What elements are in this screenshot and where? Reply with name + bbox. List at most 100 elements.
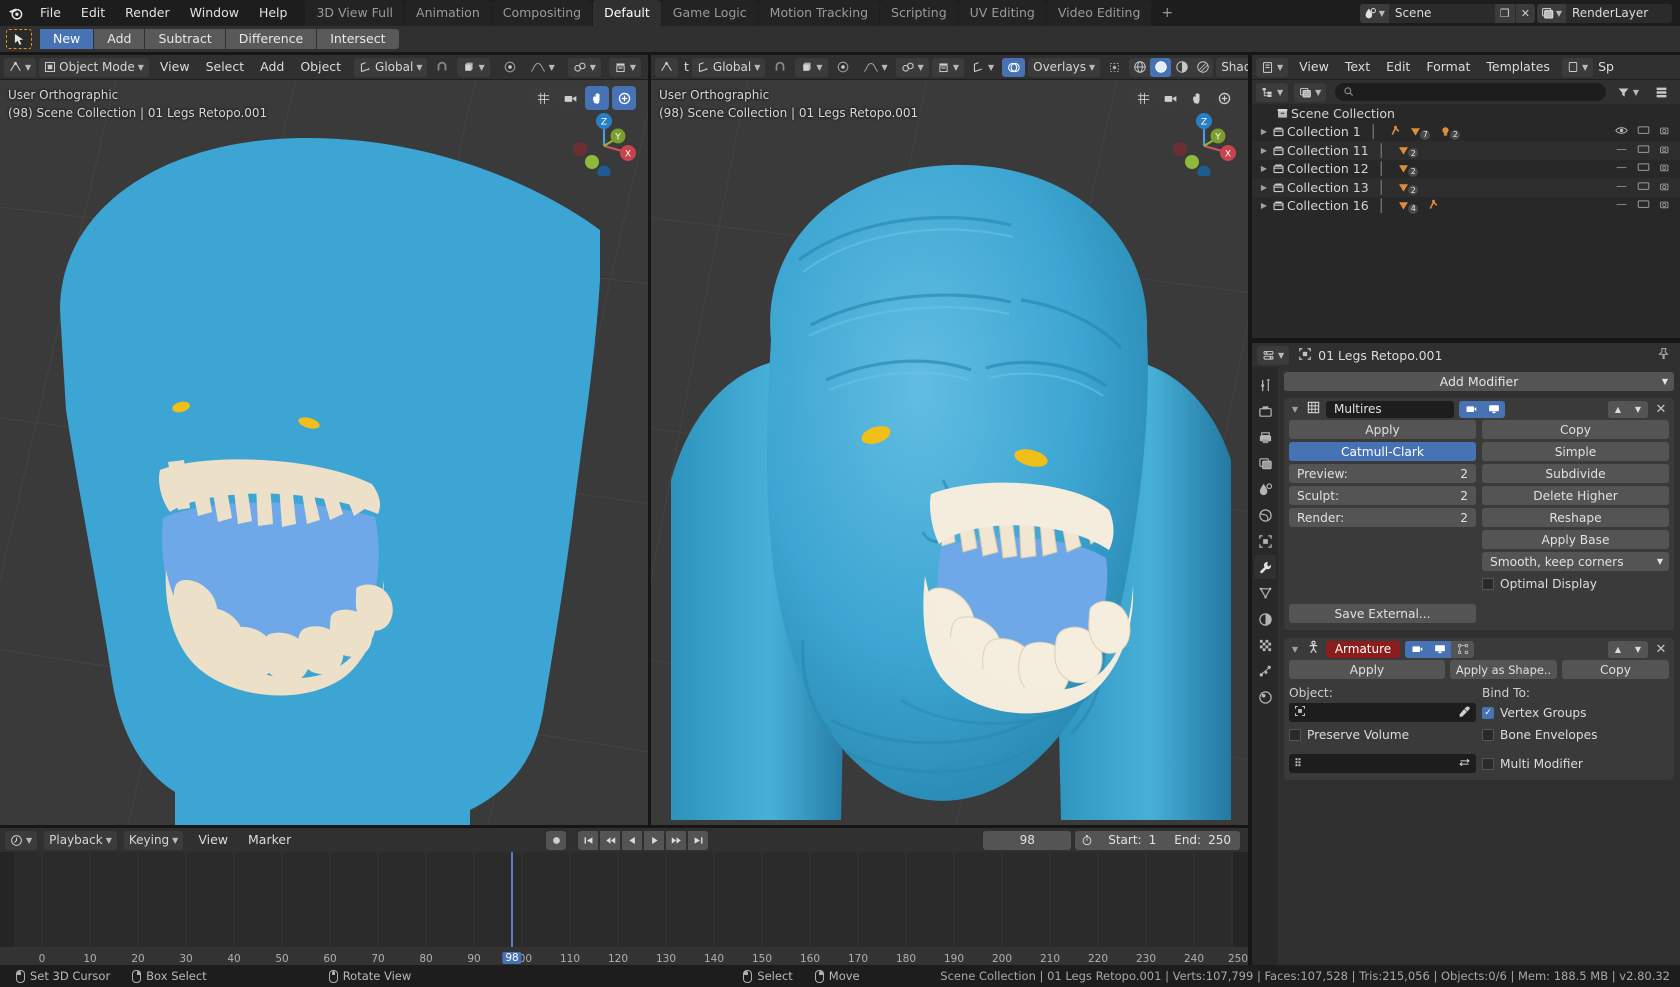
outliner-row-restrict-controls[interactable] bbox=[1615, 198, 1680, 213]
blender-logo-icon[interactable] bbox=[0, 0, 30, 26]
shading-wireframe-icon[interactable] bbox=[1129, 58, 1150, 77]
snap-mode-selector-right[interactable]: ▼ bbox=[795, 57, 828, 77]
jump-end-icon[interactable] bbox=[688, 830, 708, 850]
proportional-edit-icon-right[interactable] bbox=[831, 58, 855, 77]
text-edit-menu[interactable]: Edit bbox=[1378, 55, 1418, 79]
boolean-intersect-button[interactable]: Intersect bbox=[317, 29, 399, 49]
add-workspace-button[interactable]: + bbox=[1152, 0, 1182, 26]
expand-triangle-icon[interactable]: ▶ bbox=[1258, 201, 1270, 210]
text-datablock-icon[interactable]: ▼ bbox=[1561, 57, 1594, 77]
tab-render[interactable] bbox=[1254, 399, 1276, 423]
camera-icon[interactable] bbox=[558, 86, 582, 110]
timeline-view-menu[interactable]: View bbox=[190, 828, 236, 852]
workspace-tab-default[interactable]: Default bbox=[593, 0, 661, 26]
move-down-icon[interactable]: ▼ bbox=[1628, 640, 1648, 658]
smooth-falloff-icon-right[interactable]: ▼ bbox=[858, 58, 893, 77]
restrict-render-icon[interactable] bbox=[1659, 143, 1672, 158]
editor-type-icon-right[interactable] bbox=[655, 57, 678, 77]
outliner-row-collection-11[interactable]: ▶ Collection 11 ▏ 2 bbox=[1252, 141, 1680, 160]
multires-render-level[interactable]: Render: 2 bbox=[1289, 508, 1476, 527]
multires-preview-level[interactable]: Preview: 2 bbox=[1289, 464, 1476, 483]
tab-tool[interactable] bbox=[1254, 373, 1276, 397]
multires-subdivide-button[interactable]: Subdivide bbox=[1482, 464, 1669, 483]
pin-icon[interactable] bbox=[1657, 347, 1675, 363]
multires-copy-button[interactable]: Copy bbox=[1482, 420, 1669, 439]
menu-window[interactable]: Window bbox=[180, 0, 249, 26]
workspace-tab-animation[interactable]: Animation bbox=[405, 0, 491, 26]
zoom-icon[interactable] bbox=[612, 86, 636, 110]
mode-label-right[interactable]: t bbox=[681, 55, 692, 79]
text-format-menu[interactable]: Format bbox=[1418, 55, 1478, 79]
viewlayer-selector[interactable]: ▼ RenderLayer bbox=[1536, 3, 1672, 23]
hand-icon[interactable] bbox=[585, 86, 609, 110]
playback-menu[interactable]: Playback ▼ bbox=[44, 830, 117, 850]
magnet-icon-right[interactable] bbox=[768, 58, 792, 77]
play-icon[interactable] bbox=[644, 830, 664, 850]
overlays-toggle[interactable] bbox=[1002, 57, 1026, 77]
viewport-right-canvas[interactable] bbox=[651, 80, 1248, 825]
vertex-groups-checkbox[interactable]: ✓ bbox=[1482, 706, 1494, 719]
add-menu[interactable]: Add bbox=[252, 55, 292, 79]
visibility-selector[interactable]: ▼ bbox=[608, 57, 641, 77]
move-down-icon[interactable]: ▼ bbox=[1628, 400, 1648, 418]
gizmo-toggle-icon[interactable]: ▼ bbox=[967, 58, 999, 77]
menu-edit[interactable]: Edit bbox=[71, 0, 115, 26]
add-modifier-button[interactable]: Add Modifier ▼ bbox=[1284, 372, 1674, 391]
outliner-row-restrict-controls[interactable] bbox=[1615, 180, 1680, 195]
restrict-viewport-icon[interactable] bbox=[1637, 161, 1650, 176]
view-menu[interactable]: View bbox=[152, 55, 198, 79]
workspace-tab-3d-view-full[interactable]: 3D View Full bbox=[305, 0, 405, 26]
workspace-tab-scripting[interactable]: Scripting bbox=[880, 0, 958, 26]
pivot-point-selector[interactable]: ▼ bbox=[567, 57, 601, 77]
timeline-body[interactable]: 0 10 20 30 40 50 60 70 80 90 100 110 120… bbox=[0, 852, 1248, 965]
restrict-select-icon[interactable] bbox=[1615, 124, 1628, 139]
scene-name[interactable]: Scene bbox=[1389, 4, 1495, 23]
transform-orientation-selector-right[interactable]: Global ▼ bbox=[691, 57, 766, 77]
shading-solid-icon[interactable] bbox=[1150, 57, 1172, 77]
restrict-viewport-icon[interactable] bbox=[1637, 124, 1650, 139]
multires-apply-base-button[interactable]: Apply Base bbox=[1482, 530, 1669, 549]
multires-apply-button[interactable]: Apply bbox=[1289, 420, 1476, 439]
tab-scene[interactable] bbox=[1254, 477, 1276, 501]
outliner-row-collection-16[interactable]: ▶ Collection 16 ▏ 4 bbox=[1252, 197, 1680, 216]
restrict-render-icon[interactable] bbox=[1659, 124, 1672, 139]
outliner-search-input[interactable] bbox=[1335, 83, 1606, 101]
armature-apply-button[interactable]: Apply bbox=[1289, 660, 1446, 679]
shading-rendered-icon[interactable] bbox=[1192, 58, 1213, 77]
viewport-split-divider[interactable] bbox=[648, 52, 651, 825]
prev-keyframe-icon[interactable] bbox=[600, 830, 620, 850]
viewport-left[interactable]: User Orthographic (98) Scene Collection … bbox=[0, 80, 648, 825]
zoom-icon-right[interactable] bbox=[1212, 86, 1236, 110]
boolean-subtract-button[interactable]: Subtract bbox=[145, 29, 225, 49]
text-view-menu[interactable]: View bbox=[1291, 55, 1337, 79]
multires-uv-smooth-dropdown[interactable]: Smooth, keep corners ▼ bbox=[1482, 552, 1669, 571]
outliner-row-restrict-controls[interactable] bbox=[1615, 124, 1680, 139]
magnet-icon[interactable] bbox=[430, 58, 454, 77]
multires-delete-higher-button[interactable]: Delete Higher bbox=[1482, 486, 1669, 505]
playhead-frame-label[interactable]: 98 bbox=[502, 952, 522, 964]
outliner-filter-mode-icon[interactable]: ▼ bbox=[1294, 82, 1327, 102]
tab-particles[interactable] bbox=[1254, 581, 1276, 605]
menu-file[interactable]: File bbox=[30, 0, 71, 26]
viewlayer-name[interactable]: RenderLayer bbox=[1566, 4, 1672, 23]
restrict-viewport-icon[interactable] bbox=[1637, 180, 1650, 195]
object-mode-selector[interactable]: Object Mode ▼ bbox=[39, 57, 149, 77]
restrict-select-icon[interactable] bbox=[1615, 161, 1628, 176]
expand-triangle-icon[interactable]: ▶ bbox=[1258, 127, 1270, 136]
armature-copy-button[interactable]: Copy bbox=[1562, 660, 1669, 679]
viewport-left-axis-gizmo[interactable]: Z Y X bbox=[572, 110, 638, 179]
keying-menu[interactable]: Keying ▼ bbox=[123, 830, 184, 850]
workspace-tab-motion-tracking[interactable]: Motion Tracking bbox=[758, 0, 880, 26]
snap-mode-selector[interactable]: ▼ bbox=[457, 57, 490, 77]
multires-optimal-display-row[interactable]: Optimal Display bbox=[1482, 574, 1669, 593]
boolean-new-button[interactable]: New bbox=[40, 29, 94, 49]
restrict-viewport-icon[interactable] bbox=[1637, 198, 1650, 213]
text-templates-menu[interactable]: Templates bbox=[1478, 55, 1558, 79]
menu-render[interactable]: Render bbox=[115, 0, 180, 26]
options-icon[interactable] bbox=[1650, 83, 1673, 102]
move-up-icon[interactable]: ▲ bbox=[1608, 640, 1628, 658]
tab-modifier[interactable] bbox=[1254, 555, 1276, 579]
outliner-row-restrict-controls[interactable] bbox=[1615, 143, 1680, 158]
record-icon[interactable] bbox=[546, 830, 566, 850]
proportional-edit-icon[interactable] bbox=[498, 58, 522, 77]
